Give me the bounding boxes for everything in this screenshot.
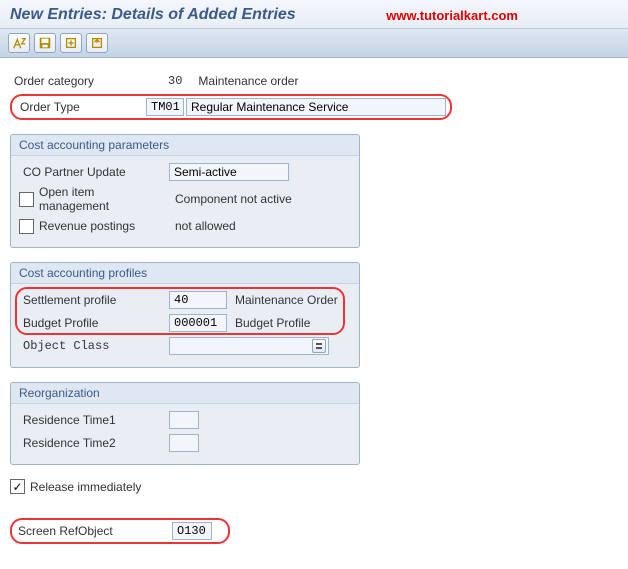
budget-code-input[interactable] <box>169 314 227 332</box>
co-partner-input[interactable] <box>169 163 289 181</box>
screen-ref-highlight: Screen RefObject <box>10 518 230 544</box>
order-type-label: Order Type <box>16 100 146 114</box>
screen-ref-input[interactable] <box>172 522 212 540</box>
order-category-code: 30 <box>160 74 190 88</box>
cost-profiles-group: Cost accounting profiles Settlement prof… <box>10 262 360 368</box>
dropdown-icon <box>312 339 326 353</box>
budget-text: Budget Profile <box>235 316 310 330</box>
revenue-note: not allowed <box>175 219 236 233</box>
title-bar: New Entries: Details of Added Entries ww… <box>0 0 628 29</box>
res1-input[interactable] <box>169 411 199 429</box>
revenue-label: Revenue postings <box>39 219 167 233</box>
save-button[interactable] <box>34 33 56 53</box>
order-category-row: Order category 30 Maintenance order <box>10 71 618 91</box>
revenue-checkbox[interactable] <box>19 219 34 234</box>
delimit-button[interactable] <box>60 33 82 53</box>
open-item-checkbox[interactable] <box>19 192 34 207</box>
toolbar <box>0 29 628 58</box>
toggle-button[interactable] <box>8 33 30 53</box>
release-checkbox[interactable] <box>10 479 25 494</box>
object-class-label: Object Class <box>19 339 169 353</box>
reorg-group: Reorganization Residence Time1 Residence… <box>10 382 360 465</box>
budget-label: Budget Profile <box>19 316 169 330</box>
watermark: www.tutorialkart.com <box>386 8 518 23</box>
release-row: Release immediately <box>10 479 618 494</box>
co-partner-label: CO Partner Update <box>19 165 169 179</box>
settlement-label: Settlement profile <box>19 293 169 307</box>
open-item-label: Open item management <box>39 185 167 213</box>
res2-input[interactable] <box>169 434 199 452</box>
release-label: Release immediately <box>30 480 141 494</box>
order-type-text-input[interactable] <box>186 98 446 116</box>
cost-params-group: Cost accounting parameters CO Partner Up… <box>10 134 360 248</box>
res2-label: Residence Time2 <box>19 436 169 450</box>
settlement-text: Maintenance Order <box>235 293 338 307</box>
res1-label: Residence Time1 <box>19 413 169 427</box>
content-area: Order category 30 Maintenance order Orde… <box>0 58 628 564</box>
reorg-title: Reorganization <box>11 383 359 404</box>
cost-profiles-title: Cost accounting profiles <box>11 263 359 284</box>
copy-button[interactable] <box>86 33 108 53</box>
order-type-code-input[interactable] <box>146 98 184 116</box>
page-title: New Entries: Details of Added Entries <box>10 6 618 24</box>
cost-params-title: Cost accounting parameters <box>11 135 359 156</box>
order-category-text: Maintenance order <box>190 74 306 88</box>
object-class-dropdown[interactable] <box>169 337 329 355</box>
order-category-label: Order category <box>10 74 160 88</box>
screen-ref-label: Screen RefObject <box>18 524 168 538</box>
order-type-highlight: Order Type <box>10 94 452 120</box>
open-item-note: Component not active <box>175 192 292 206</box>
settlement-code-input[interactable] <box>169 291 227 309</box>
